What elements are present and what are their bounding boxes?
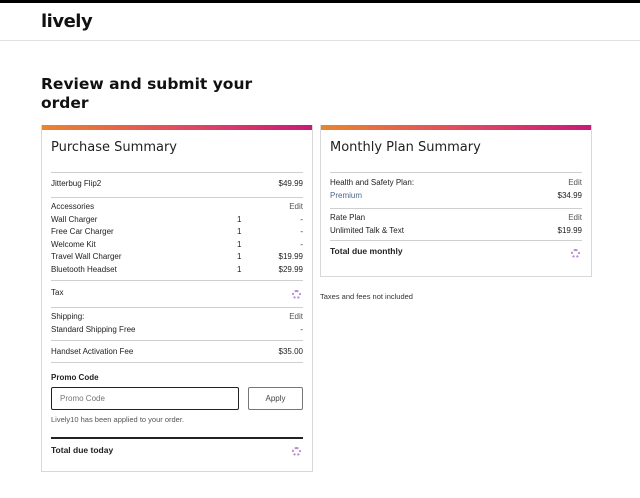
purchase-summary-title: Purchase Summary — [51, 140, 177, 155]
accessory-qty: 1 — [237, 264, 242, 274]
promo-applied-message: Lively10 has been applied to your order. — [51, 415, 185, 424]
site-header: lively — [0, 3, 640, 41]
tax-section: Tax — [51, 280, 303, 300]
accessory-price: - — [300, 227, 303, 236]
card-accent-bar — [321, 125, 591, 130]
accessory-name: Wall Charger — [51, 214, 98, 224]
accessory-name: Welcome Kit — [51, 239, 96, 249]
activation-price: $35.00 — [278, 347, 303, 356]
rate-plan-name: Unlimited Talk & Text — [330, 225, 404, 235]
loading-spinner-icon — [292, 447, 301, 456]
accessory-price: $29.99 — [278, 264, 303, 274]
shipping-edit-link[interactable]: Edit — [289, 311, 303, 324]
shipping-price: - — [300, 324, 303, 334]
promo-code-input[interactable] — [51, 387, 239, 410]
monthly-plan-title: Monthly Plan Summary — [330, 140, 481, 155]
accessory-name: Travel Wall Charger — [51, 252, 122, 261]
list-item: Travel Wall Charger 1 $19.99 — [51, 251, 303, 264]
shipping-method: Standard Shipping Free — [51, 324, 136, 334]
list-item: Welcome Kit 1 - — [51, 239, 303, 252]
promo-code-label: Promo Code — [51, 373, 99, 382]
total-today-section: Total due today — [51, 437, 303, 457]
rate-plan-label: Rate Plan — [330, 213, 366, 222]
taxes-note: Taxes and fees not included — [320, 292, 413, 301]
monthly-plan-card: Monthly Plan Summary Health and Safety P… — [320, 125, 592, 277]
shipping-section: Shipping: Edit Standard Shipping Free - — [51, 307, 303, 336]
health-plan-edit-link[interactable]: Edit — [568, 177, 582, 190]
accessory-name: Free Car Charger — [51, 227, 114, 236]
purchase-summary-card: Purchase Summary Jitterbug Flip2 $49.99 … — [41, 125, 313, 472]
health-plan-label: Health and Safety Plan: — [330, 178, 415, 187]
accessory-price: - — [300, 239, 303, 249]
device-price: $49.99 — [278, 179, 303, 188]
list-item: Bluetooth Headset 1 $29.99 — [51, 264, 303, 277]
health-plan-price: $34.99 — [557, 190, 582, 200]
accessory-qty: 1 — [237, 239, 242, 249]
accessory-qty: 1 — [237, 252, 242, 261]
accessories-label: Accessories — [51, 202, 95, 211]
list-item: Wall Charger 1 - — [51, 214, 303, 227]
card-accent-bar — [42, 125, 312, 130]
list-item: Free Car Charger 1 - — [51, 226, 303, 239]
accessory-name: Bluetooth Headset — [51, 264, 117, 274]
tax-label: Tax — [51, 288, 64, 297]
accessories-section: Accessories Edit Wall Charger 1 - Free C… — [51, 197, 303, 276]
shipping-label: Shipping: — [51, 312, 85, 321]
accessory-qty: 1 — [237, 214, 242, 224]
loading-spinner-icon — [571, 249, 580, 258]
activation-label: Handset Activation Fee — [51, 347, 134, 356]
rate-plan-edit-link[interactable]: Edit — [568, 212, 582, 225]
loading-spinner-icon — [292, 290, 301, 299]
activation-section: Handset Activation Fee $35.00 — [51, 340, 303, 359]
rate-plan-section: Rate Plan Edit Unlimited Talk & Text $19… — [330, 208, 582, 237]
total-monthly-section: Total due monthly — [330, 240, 582, 258]
accessory-price: - — [300, 214, 303, 224]
apply-button[interactable]: Apply — [248, 387, 303, 410]
promo-section: Promo Code Apply Lively10 has been appli… — [51, 362, 303, 428]
health-plan-name: Premium — [330, 190, 363, 200]
total-due-monthly-label: Total due monthly — [330, 246, 403, 256]
rate-plan-price: $19.99 — [557, 225, 582, 235]
accessories-edit-link[interactable]: Edit — [289, 201, 303, 214]
health-plan-section: Health and Safety Plan: Edit Premium $34… — [330, 172, 582, 202]
accessory-price: $19.99 — [278, 252, 303, 261]
total-due-today-label: Total due today — [51, 445, 114, 455]
device-name: Jitterbug Flip2 — [51, 179, 102, 188]
lively-logo[interactable]: lively — [41, 11, 93, 32]
device-section: Jitterbug Flip2 $49.99 — [51, 172, 303, 191]
accessory-qty: 1 — [237, 227, 242, 236]
page-title: Review and submit your order — [41, 75, 253, 112]
